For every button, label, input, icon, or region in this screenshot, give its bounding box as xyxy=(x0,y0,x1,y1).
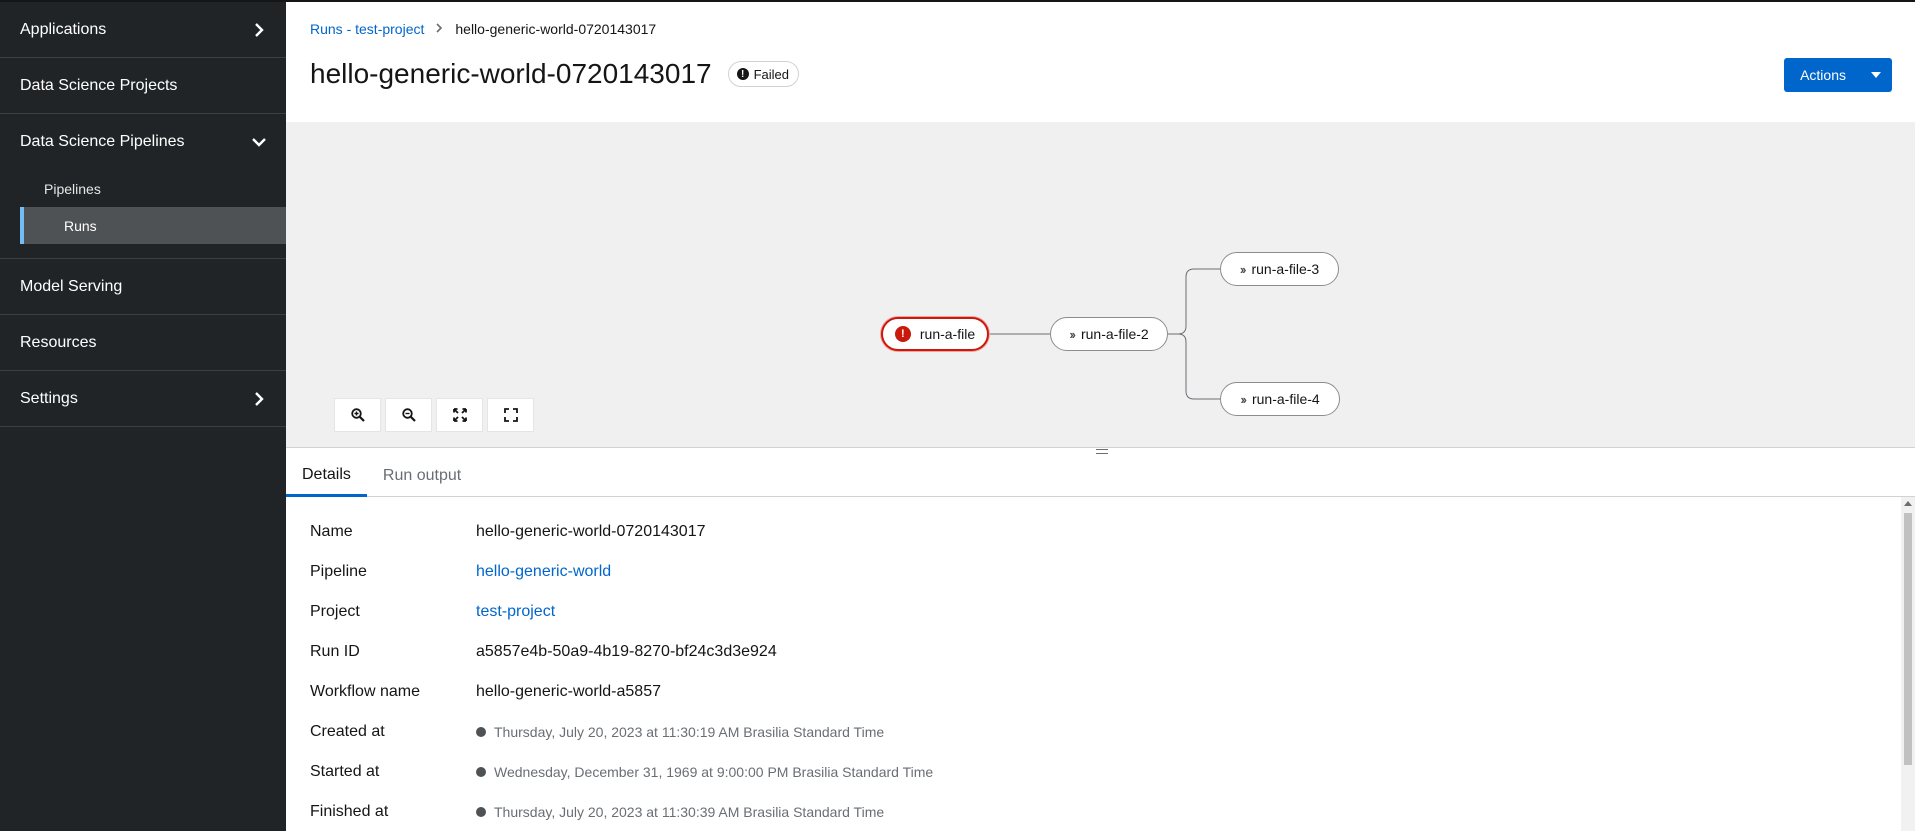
edge-run-a-file-2-to-run-a-file-3 xyxy=(1168,268,1220,335)
tab-run-output[interactable]: Run output xyxy=(367,455,477,497)
timestamp-text: Wednesday, December 31, 1969 at 9:00:00 … xyxy=(494,764,934,780)
detail-row-pipeline: Pipeline hello-generic-world xyxy=(310,552,611,592)
detail-value-name: hello-generic-world-0720143017 xyxy=(476,523,706,540)
zoom-in-button[interactable] xyxy=(334,398,381,432)
detail-row-created-at: Created at Thursday, July 20, 2023 at 11… xyxy=(310,712,884,752)
sidebar-item-label: Data Science Projects xyxy=(20,76,178,94)
error-circle-icon: ! xyxy=(894,326,911,342)
breadcrumb: Runs - test-project hello-generic-world-… xyxy=(310,21,656,37)
detail-row-run-id: Run ID a5857e4b-50a9-4b19-8270-bf24c3d3e… xyxy=(310,632,777,672)
chevron-right-icon xyxy=(436,22,443,36)
detail-label: Finished at xyxy=(310,803,389,820)
sidebar-item-label: Resources xyxy=(20,333,97,351)
pipeline-link[interactable]: hello-generic-world xyxy=(476,563,611,581)
zoom-out-button[interactable] xyxy=(385,398,432,432)
globe-icon xyxy=(476,727,486,737)
detail-label: Run ID xyxy=(310,643,360,660)
angle-double-right-icon: ›› xyxy=(1239,261,1247,277)
expand-icon xyxy=(503,408,518,422)
sidebar-nav: Applications Data Science Projects Data … xyxy=(0,2,286,831)
detail-row-name: Name hello-generic-world-0720143017 xyxy=(310,512,705,552)
detail-label: Pipeline xyxy=(310,563,367,580)
graph-controls xyxy=(334,398,534,432)
sidebar-item-label: Applications xyxy=(20,20,107,38)
scrollbar-thumb[interactable] xyxy=(1904,513,1912,765)
detail-value-workflow-name: hello-generic-world-a5857 xyxy=(476,683,661,700)
breadcrumb-current: hello-generic-world-0720143017 xyxy=(455,21,657,37)
sidebar-item-label: Settings xyxy=(20,389,78,407)
sidebar-subitem-label: Pipelines xyxy=(44,180,101,197)
tab-details[interactable]: Details xyxy=(286,455,367,497)
details-scrollbar[interactable] xyxy=(1901,497,1915,831)
status-badge: ! Failed xyxy=(727,61,800,87)
sidebar-item-resources[interactable]: Resources xyxy=(0,315,286,371)
chevron-down-icon xyxy=(252,135,266,149)
graph-node-run-a-file[interactable]: ! run-a-file xyxy=(881,317,989,351)
pipeline-graph[interactable]: ! run-a-file ›› run-a-file-2 ›› run-a-fi… xyxy=(286,122,1915,447)
node-label: run-a-file-4 xyxy=(1251,391,1320,407)
exclamation-circle-icon: ! xyxy=(736,68,749,80)
globe-icon xyxy=(476,767,486,777)
graph-node-run-a-file-4[interactable]: ›› run-a-file-4 xyxy=(1220,382,1340,416)
detail-value-run-id: a5857e4b-50a9-4b19-8270-bf24c3d3e924 xyxy=(476,643,777,660)
detail-row-workflow-name: Workflow name hello-generic-world-a5857 xyxy=(310,672,661,712)
detail-label: Name xyxy=(310,523,353,540)
graph-node-run-a-file-3[interactable]: ›› run-a-file-3 xyxy=(1220,252,1339,286)
detail-value-started-at: Wednesday, December 31, 1969 at 9:00:00 … xyxy=(476,764,933,780)
status-label: Failed xyxy=(753,66,790,82)
sidebar-item-data-science-pipelines[interactable]: Data Science Pipelines xyxy=(0,114,286,170)
sidebar-item-data-science-projects[interactable]: Data Science Projects xyxy=(0,58,286,114)
scroll-up-arrow-icon[interactable] xyxy=(1904,501,1912,506)
detail-row-project: Project test-project xyxy=(310,592,555,632)
actions-label: Actions xyxy=(1800,67,1846,83)
page-header: Runs - test-project hello-generic-world-… xyxy=(286,2,1915,122)
sidebar-item-applications[interactable]: Applications xyxy=(0,2,286,58)
sidebar-item-label: Data Science Pipelines xyxy=(20,133,185,150)
graph-node-run-a-file-2[interactable]: ›› run-a-file-2 xyxy=(1050,317,1168,351)
reset-view-button[interactable] xyxy=(487,398,534,432)
edge-run-a-file-2-to-run-a-file-4 xyxy=(1177,333,1220,400)
timestamp-text: Thursday, July 20, 2023 at 11:30:39 AM B… xyxy=(494,804,885,820)
node-label: run-a-file-2 xyxy=(1080,326,1149,342)
sidebar-item-settings[interactable]: Settings xyxy=(0,371,286,427)
node-label: run-a-file xyxy=(919,326,976,342)
sidebar-item-model-serving[interactable]: Model Serving xyxy=(0,259,286,315)
detail-label: Created at xyxy=(310,723,385,740)
sidebar-item-label: Model Serving xyxy=(20,277,123,295)
detail-row-finished-at: Finished at Thursday, July 20, 2023 at 1… xyxy=(310,792,884,831)
breadcrumb-link-runs[interactable]: Runs - test-project xyxy=(310,21,424,37)
fit-to-screen-button[interactable] xyxy=(436,398,483,432)
project-link[interactable]: test-project xyxy=(476,603,555,621)
zoom-in-icon xyxy=(350,408,365,422)
detail-value-created-at: Thursday, July 20, 2023 at 11:30:19 AM B… xyxy=(476,724,884,740)
detail-value-finished-at: Thursday, July 20, 2023 at 11:30:39 AM B… xyxy=(476,804,884,820)
actions-dropdown-button[interactable]: Actions xyxy=(1784,58,1892,92)
detail-label: Started at xyxy=(310,763,380,780)
page-title: hello-generic-world-0720143017 xyxy=(310,58,712,89)
title-row: hello-generic-world-0720143017 ! Failed xyxy=(310,58,800,90)
detail-label: Workflow name xyxy=(310,683,420,700)
chevron-right-icon xyxy=(252,22,266,37)
detail-row-started-at: Started at Wednesday, December 31, 1969 … xyxy=(310,752,933,792)
grip-icon xyxy=(1096,449,1108,454)
sidebar-subitem-runs[interactable]: Runs xyxy=(20,207,286,244)
timestamp-text: Thursday, July 20, 2023 at 11:30:19 AM B… xyxy=(494,724,885,740)
sidebar-subitem-label: Runs xyxy=(64,217,97,234)
run-details: Name hello-generic-world-0720143017 Pipe… xyxy=(286,497,1901,831)
sidebar-subitem-pipelines[interactable]: Pipelines xyxy=(0,170,286,207)
expand-arrows-icon xyxy=(452,408,467,422)
globe-icon xyxy=(476,807,486,817)
detail-label: Project xyxy=(310,603,360,620)
chevron-right-icon xyxy=(252,391,266,406)
caret-down-icon xyxy=(1860,58,1892,92)
details-tabs: Details Run output xyxy=(286,455,1915,497)
angle-double-right-icon: ›› xyxy=(1069,326,1076,342)
sidebar-group-pipelines: Data Science Pipelines Pipelines Runs xyxy=(0,114,286,259)
drawer-resize-handle[interactable] xyxy=(286,447,1915,455)
zoom-out-icon xyxy=(401,408,416,422)
node-label: run-a-file-3 xyxy=(1251,261,1320,277)
angle-double-right-icon: ›› xyxy=(1240,391,1247,407)
